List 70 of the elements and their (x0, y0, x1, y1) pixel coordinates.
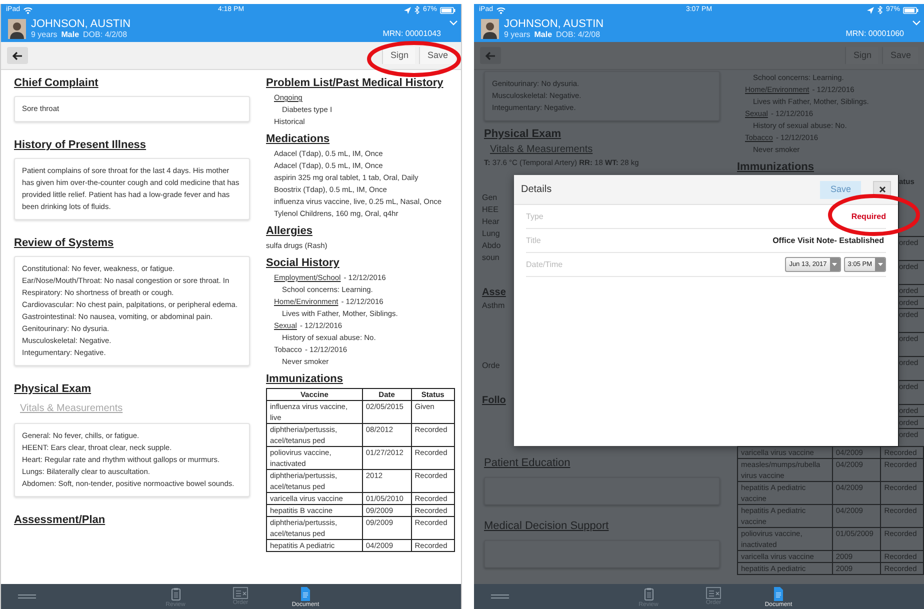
section-heading: Allergies (266, 224, 314, 238)
required-text: Required (851, 210, 886, 222)
section-heading: Physical Exam (484, 127, 562, 141)
patient-name: JOHNSON, AUSTIN (504, 18, 604, 30)
note-text: Gen (482, 192, 498, 204)
patient-dob: DOB: 4/2/08 (83, 30, 128, 40)
patient-age: 9 years (504, 30, 530, 40)
section-heading: Medications (266, 132, 331, 146)
clipboard-icon (170, 586, 180, 600)
section-heading: Medical Decision Support (484, 519, 610, 533)
document-icon (773, 586, 784, 600)
patient-sex: Male (534, 30, 552, 40)
section-heading: Review of Systems (14, 236, 115, 250)
patient-sex: Male (61, 30, 80, 40)
note-text: Lung (482, 228, 501, 240)
chevron-down-icon (449, 20, 458, 26)
order-list-icon (706, 586, 721, 598)
wifi-icon (23, 6, 34, 14)
section-heading: Problem List/Past Medical History (266, 76, 444, 90)
avatar-silhouette (8, 19, 26, 39)
vitals-link[interactable]: Vitals & Measurements (14, 402, 250, 415)
section-heading: Follo (482, 394, 507, 408)
section-heading: Immunizations (737, 160, 816, 174)
note-text: HEE (482, 204, 500, 216)
vitals-link[interactable]: Vitals & Measurements (484, 143, 720, 156)
section-heading: Immunizations (266, 372, 344, 386)
section-heading: Patient Education (484, 456, 572, 470)
section-heading: History of Present Illness (14, 138, 148, 152)
battery-icon (903, 6, 919, 14)
patient-age: 9 years (31, 30, 58, 40)
note-text: soun (482, 252, 500, 264)
section-heading: Chief Complaint (14, 76, 100, 90)
toolbar-button[interactable]: Save (419, 47, 455, 64)
patient-name: JOHNSON, AUSTIN (31, 18, 131, 30)
menu-icon (18, 592, 36, 601)
back-arrow-icon (12, 50, 23, 60)
section-heading: Assessment/Plan (14, 513, 106, 527)
field-value: Office Visit Note- Established (772, 234, 884, 246)
battery-icon (440, 6, 456, 14)
mrn-text: MRN: 00001043 (382, 28, 441, 40)
note-text: Orde (482, 360, 501, 372)
clipboard-icon (644, 586, 654, 600)
note-text: Abdo (482, 240, 502, 252)
wifi-icon (496, 6, 506, 14)
dialog-title: Details (521, 183, 552, 197)
caret-icon (878, 263, 882, 266)
bluetooth-icon (414, 6, 420, 14)
back-button[interactable] (7, 47, 28, 64)
section-heading: Social History (266, 256, 340, 270)
chevron-down-icon (912, 20, 921, 26)
patient-dob: DOB: 4/2/08 (556, 30, 600, 40)
location-arrow-icon (866, 6, 874, 14)
note-text: Hear (482, 216, 500, 228)
field-label: Title (526, 234, 541, 246)
toolbar-button[interactable]: Sign (382, 47, 416, 64)
order-list-icon (233, 586, 248, 598)
field-label: Type (526, 210, 544, 222)
mrn-text: MRN: 00001060 (846, 28, 904, 40)
note-text: Asthm (482, 300, 506, 312)
avatar-silhouette (481, 19, 499, 39)
location-arrow-icon (404, 6, 411, 14)
section-heading: Physical Exam (14, 382, 92, 396)
close-icon (878, 186, 886, 193)
document-icon (300, 586, 311, 600)
caret-icon (832, 263, 838, 266)
back-arrow-icon (485, 50, 496, 60)
menu-icon (491, 592, 509, 601)
bluetooth-icon (876, 6, 883, 14)
field-label: Date/Time (526, 258, 563, 270)
section-heading: Asse (482, 286, 507, 300)
